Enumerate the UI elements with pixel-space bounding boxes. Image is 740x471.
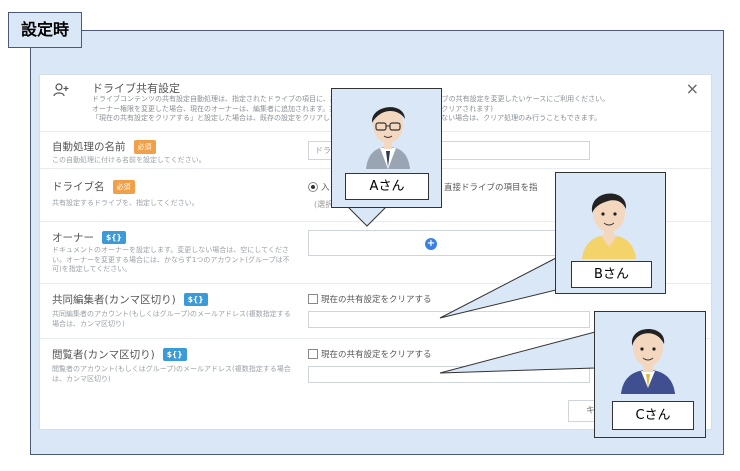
callout-b-name: Bさん (571, 261, 652, 288)
person-avatar-icon (621, 329, 675, 394)
callout-a-name: Aさん (345, 173, 429, 200)
callout-b: Bさん (555, 172, 666, 294)
person-avatar-icon (582, 193, 636, 259)
callout-a: Aさん (331, 88, 442, 208)
callout-c-name: Cさん (612, 401, 694, 430)
person-avatar-icon (366, 107, 410, 169)
callout-c: Cさん (594, 311, 706, 438)
